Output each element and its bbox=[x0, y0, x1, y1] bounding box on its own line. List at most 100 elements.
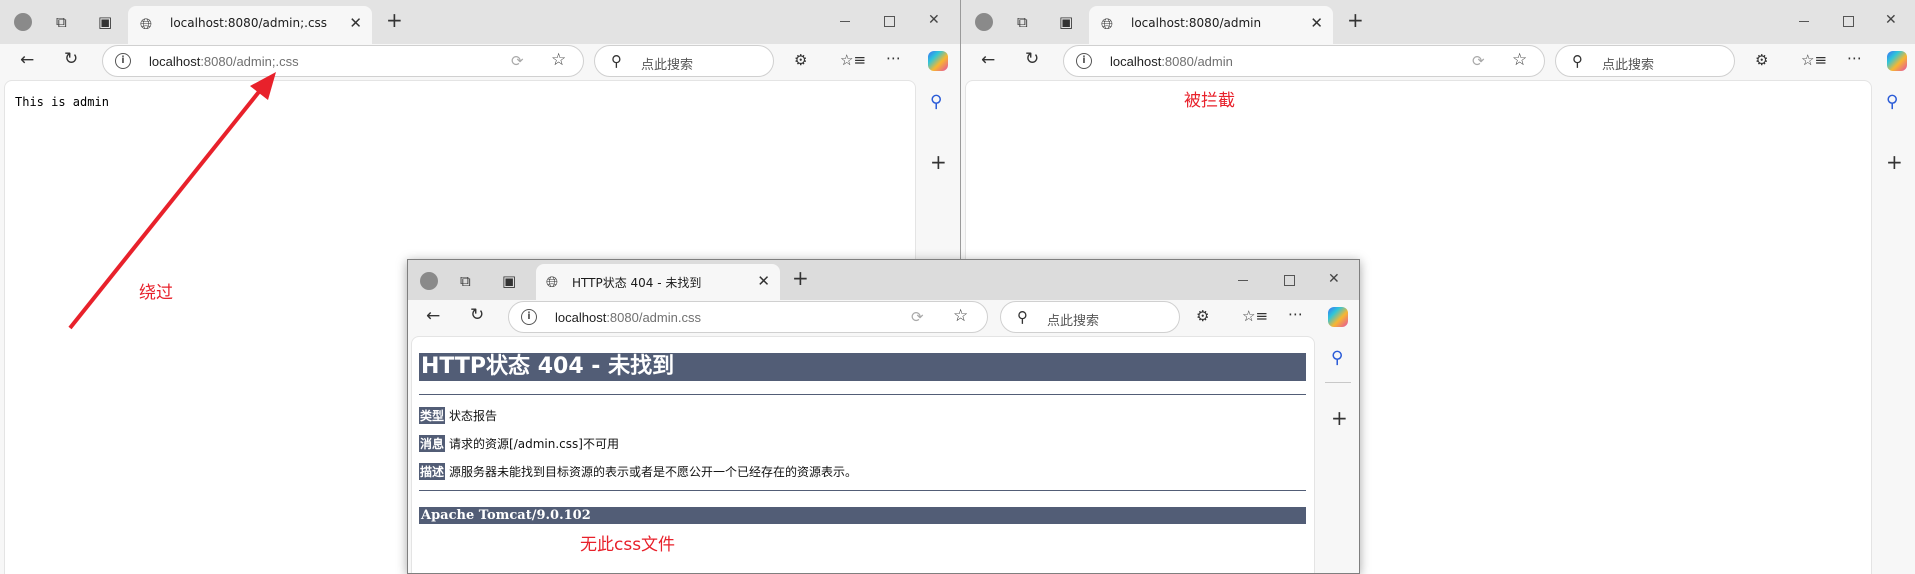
sidebar-divider bbox=[1325, 382, 1351, 383]
no-css-file-annotation: 无此css文件 bbox=[580, 535, 676, 555]
tab-active[interactable]: 🌐︎ localhost:8080/admin ✕ bbox=[1089, 6, 1333, 44]
back-icon[interactable]: ← bbox=[20, 52, 34, 69]
tab-active[interactable]: 🌐︎ HTTP状态 404 - 未找到 ✕ bbox=[536, 264, 780, 300]
minimize-icon[interactable] bbox=[1799, 21, 1809, 22]
nav-bar: ← ↻ i localhost:8080/admin;.css ⟳ ☆ ⚲ 点此… bbox=[0, 44, 960, 78]
minimize-icon[interactable] bbox=[840, 21, 850, 22]
site-info-icon[interactable]: i bbox=[521, 309, 537, 325]
divider bbox=[419, 490, 1306, 491]
copilot-icon[interactable] bbox=[1328, 307, 1348, 327]
copilot-icon[interactable] bbox=[1887, 51, 1907, 71]
extensions-icon[interactable]: ⚙ bbox=[1755, 52, 1768, 68]
search-box[interactable]: ⚲ 点此搜索 bbox=[594, 45, 774, 77]
refresh-icon[interactable]: ↻ bbox=[64, 51, 78, 68]
profile-icon[interactable] bbox=[975, 13, 993, 31]
sidebar-search-icon[interactable]: ⚲ bbox=[1886, 94, 1898, 111]
site-info-icon[interactable]: i bbox=[115, 53, 131, 69]
error-heading: HTTP状态 404 - 未找到 bbox=[419, 353, 1306, 381]
favorite-star-icon[interactable]: ☆ bbox=[953, 308, 968, 325]
extensions-icon[interactable]: ⚙ bbox=[1196, 308, 1209, 324]
server-footer: Apache Tomcat/9.0.102 bbox=[419, 507, 1306, 524]
tab-active[interactable]: 🌐︎ localhost:8080/admin;.css ✕ bbox=[128, 6, 372, 44]
search-icon: ⚲ bbox=[611, 52, 622, 70]
tab-bar: ⧉ ▣ 🌐︎ localhost:8080/admin;.css ✕ + ✕ bbox=[0, 0, 960, 44]
nav-bar: ← ↻ i localhost:8080/admin.css ⟳ ☆ ⚲ 点此搜… bbox=[408, 300, 1359, 334]
search-placeholder: 点此搜索 bbox=[1602, 58, 1655, 73]
row-text: 状态报告 bbox=[449, 409, 498, 423]
favorites-list-icon[interactable]: ☆≡ bbox=[840, 52, 866, 68]
search-box[interactable]: ⚲ 点此搜索 bbox=[1000, 301, 1180, 333]
site-info-icon[interactable]: i bbox=[1076, 53, 1092, 69]
new-tab-icon[interactable]: + bbox=[1347, 10, 1364, 30]
tab-bar: ⧉ ▣ 🌐︎ HTTP状态 404 - 未找到 ✕ + ✕ bbox=[408, 260, 1359, 300]
vertical-tabs-icon[interactable]: ▣ bbox=[502, 273, 516, 289]
url-text: localhost:8080/admin;.css bbox=[149, 54, 299, 69]
back-icon[interactable]: ← bbox=[426, 308, 440, 325]
copilot-icon[interactable] bbox=[928, 51, 948, 71]
url-text: localhost:8080/admin.css bbox=[555, 310, 701, 325]
profile-icon[interactable] bbox=[14, 13, 32, 31]
more-menu-icon[interactable]: ⋯ bbox=[886, 50, 901, 66]
more-menu-icon[interactable]: ⋯ bbox=[1847, 50, 1862, 66]
favorite-star-icon[interactable]: ☆ bbox=[1512, 52, 1527, 69]
close-tab-icon[interactable]: ✕ bbox=[349, 14, 362, 32]
search-icon: ⚲ bbox=[1572, 52, 1583, 70]
search-box[interactable]: ⚲ 点此搜索 bbox=[1555, 45, 1735, 77]
bypass-annotation: 绕过 bbox=[139, 283, 173, 303]
address-bar[interactable]: i localhost:8080/admin;.css ⟳ ☆ bbox=[102, 45, 584, 77]
address-bar[interactable]: i localhost:8080/admin ⟳ ☆ bbox=[1063, 45, 1545, 77]
workspaces-icon[interactable]: ⧉ bbox=[460, 273, 471, 289]
search-placeholder: 点此搜索 bbox=[641, 58, 694, 73]
globe-icon: 🌐︎ bbox=[140, 15, 153, 33]
error-row-description: 描述 源服务器未能找到目标资源的表示或者是不愿公开一个已经存在的资源表示。 bbox=[419, 463, 857, 480]
profile-icon[interactable] bbox=[420, 272, 438, 290]
maximize-icon[interactable] bbox=[1284, 275, 1295, 286]
favorite-star-icon[interactable]: ☆ bbox=[551, 52, 566, 69]
read-aloud-icon[interactable]: ⟳ bbox=[1472, 53, 1485, 69]
page-content: HTTP状态 404 - 未找到 类型 状态报告 消息 请求的资源[/admin.c… bbox=[411, 336, 1315, 573]
tab-title: localhost:8080/admin bbox=[1131, 16, 1262, 30]
new-tab-icon[interactable]: + bbox=[386, 10, 403, 30]
close-tab-icon[interactable]: ✕ bbox=[1310, 14, 1323, 32]
maximize-icon[interactable] bbox=[1843, 16, 1854, 27]
maximize-icon[interactable] bbox=[884, 16, 895, 27]
read-aloud-icon[interactable]: ⟳ bbox=[911, 309, 924, 325]
new-tab-icon[interactable]: + bbox=[792, 268, 809, 288]
close-window-icon[interactable]: ✕ bbox=[1885, 12, 1897, 28]
more-menu-icon[interactable]: ⋯ bbox=[1288, 306, 1303, 322]
nav-bar: ← ↻ i localhost:8080/admin ⟳ ☆ ⚲ 点此搜索 ⚙ … bbox=[961, 44, 1915, 78]
row-label: 消息 bbox=[419, 435, 446, 452]
tab-title: HTTP状态 404 - 未找到 bbox=[572, 276, 702, 290]
close-tab-icon[interactable]: ✕ bbox=[757, 272, 770, 290]
extensions-icon[interactable]: ⚙ bbox=[794, 52, 807, 68]
close-window-icon[interactable]: ✕ bbox=[1328, 271, 1340, 287]
favorites-list-icon[interactable]: ☆≡ bbox=[1801, 52, 1827, 68]
tab-bar: ⧉ ▣ 🌐︎ localhost:8080/admin ✕ + ✕ bbox=[961, 0, 1915, 44]
tab-title: localhost:8080/admin;.css bbox=[170, 16, 328, 30]
read-aloud-icon[interactable]: ⟳ bbox=[511, 53, 524, 69]
search-placeholder: 点此搜索 bbox=[1047, 314, 1100, 329]
url-text: localhost:8080/admin bbox=[1110, 54, 1233, 69]
sidebar-search-icon[interactable]: ⚲ bbox=[1331, 350, 1343, 367]
row-label: 类型 bbox=[419, 407, 446, 424]
sidebar-add-icon[interactable]: + bbox=[930, 152, 947, 172]
sidebar-add-icon[interactable]: + bbox=[1331, 408, 1348, 428]
row-label: 描述 bbox=[419, 463, 446, 480]
edge-sidebar: ⚲ + bbox=[1872, 80, 1915, 574]
workspaces-icon[interactable]: ⧉ bbox=[1017, 14, 1028, 30]
refresh-icon[interactable]: ↻ bbox=[470, 307, 484, 324]
error-row-message: 消息 请求的资源[/admin.css]不可用 bbox=[419, 435, 619, 452]
refresh-icon[interactable]: ↻ bbox=[1025, 51, 1039, 68]
back-icon[interactable]: ← bbox=[981, 52, 995, 69]
vertical-tabs-icon[interactable]: ▣ bbox=[1059, 14, 1073, 30]
close-window-icon[interactable]: ✕ bbox=[928, 12, 940, 28]
page-text: This is admin bbox=[15, 95, 109, 109]
sidebar-add-icon[interactable]: + bbox=[1886, 152, 1903, 172]
favorites-list-icon[interactable]: ☆≡ bbox=[1242, 308, 1268, 324]
sidebar-search-icon[interactable]: ⚲ bbox=[930, 94, 942, 111]
minimize-icon[interactable] bbox=[1238, 280, 1248, 281]
vertical-tabs-icon[interactable]: ▣ bbox=[98, 14, 112, 30]
address-bar[interactable]: i localhost:8080/admin.css ⟳ ☆ bbox=[508, 301, 988, 333]
workspaces-icon[interactable]: ⧉ bbox=[56, 14, 67, 30]
blocked-annotation: 被拦截 bbox=[1184, 91, 1235, 111]
